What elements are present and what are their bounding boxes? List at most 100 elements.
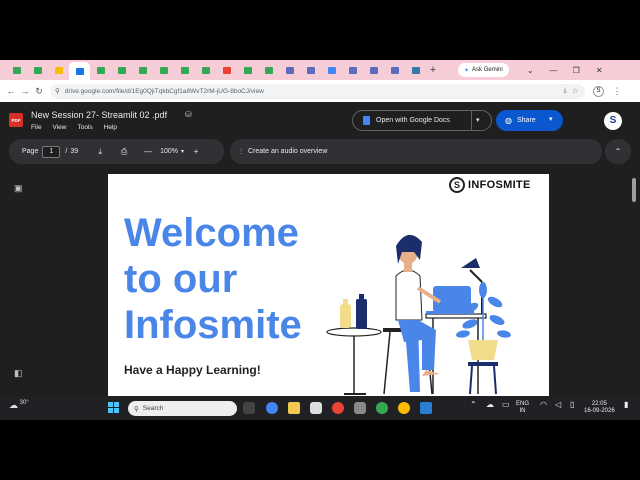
chrome-profile-icon[interactable] [332,402,344,414]
scrollbar-thumb[interactable] [632,178,636,202]
open-with-dropdown-icon[interactable]: ▾ [476,116,480,124]
open-with-google-docs-button[interactable]: Open with Google Docs ▾ [352,110,492,131]
windows-start-button[interactable] [108,402,120,414]
temperature: 30° [19,400,29,406]
pdf-toolbar: Page 1 / 39 ⤓ ⎙ — 100% ▾ + [9,139,224,164]
download-icon[interactable]: ⤓ [560,87,570,95]
zoom-out-button[interactable]: — [136,147,160,156]
browser-tab[interactable] [384,62,405,78]
file-explorer-icon[interactable] [288,402,300,414]
globe-icon: ◍ [505,116,512,125]
pdf-file-icon: PDF [9,113,23,127]
browser-tab[interactable] [363,62,384,78]
reload-button[interactable]: ↻ [32,86,46,97]
battery-icon[interactable]: ▭ [502,401,510,409]
weather-widget[interactable]: ☁ 30° [9,400,29,411]
share-dropdown-icon[interactable]: ▾ [549,115,553,123]
tab-search-icon[interactable]: ⌄ [519,66,542,75]
url-text[interactable]: drive.google.com/file/d/1Eg0QjiTqkbCgf1a… [65,88,560,95]
browser-tab[interactable] [132,62,153,78]
new-tab-button[interactable]: + [426,64,440,76]
language-indicator[interactable]: ENG IN [516,401,529,415]
audio-wave-icon: ⫶ [240,146,242,156]
chrome-menu-icon[interactable]: ⋮ [610,86,624,97]
page-separator: / [65,148,68,155]
page-number-input[interactable]: 1 [42,145,61,158]
viewer-menu-bar: File View Tools Help [31,124,117,131]
menu-file[interactable]: File [31,124,41,131]
total-pages: 39 [70,148,79,155]
battery-status-icon[interactable]: ▯ [570,401,574,409]
taskbar-app-icon[interactable] [354,402,366,414]
taskbar-search-box[interactable]: ⚲ Search [128,401,237,416]
wifi-icon[interactable]: ◠ [540,401,547,409]
browser-tab[interactable] [6,62,27,78]
browser-tab[interactable] [111,62,132,78]
maximize-button[interactable]: ❐ [565,66,588,75]
chrome-app-icon[interactable] [266,402,278,414]
bookmark-star-icon[interactable]: ☆ [570,87,580,95]
document-title: New Session 27- Streamlit 02 .pdf [31,110,168,120]
browser-tab[interactable] [195,62,216,78]
forward-button[interactable]: → [18,86,32,96]
close-window-button[interactable]: ✕ [588,66,611,75]
browser-tab[interactable] [174,62,195,78]
audio-overview-bar[interactable]: ⫶ Create an audio overview [230,139,602,164]
taskbar-app-icon[interactable] [310,402,322,414]
clock[interactable]: 22:05 16-09-2026 [584,401,615,415]
ask-gemini-button[interactable]: ✦ Ask Gemini [458,63,509,77]
browser-tab[interactable] [90,62,111,78]
volume-icon[interactable]: ◁ [555,401,561,409]
chrome-profile-icon[interactable] [398,402,410,414]
ask-gemini-label: Ask Gemini [472,67,503,73]
brand-name: INFOSMITE [468,179,531,191]
omnibox[interactable]: ⚲ drive.google.com/file/d/1Eg0QjiTqkbCgf… [50,83,585,99]
onedrive-icon[interactable]: ☁ [486,401,494,409]
language-code: ENG [516,401,530,407]
zoom-in-button[interactable]: + [184,147,208,156]
browser-tab[interactable] [258,62,279,78]
download-icon[interactable]: ⤓ [88,147,112,157]
browser-tab-strip: + ✦ Ask Gemini ⌄ — ❐ ✕ [0,60,640,80]
account-avatar[interactable]: S [604,112,622,130]
share-button[interactable]: ◍ Share ▾ [496,110,563,131]
address-bar-row: ← → ↻ ⚲ drive.google.com/file/d/1Eg0QjiT… [0,80,640,102]
create-audio-overview-button[interactable]: Create an audio overview [248,148,327,155]
image-icon[interactable]: ▣ [14,183,23,194]
browser-profile-avatar[interactable]: S [593,85,604,97]
screen: + ✦ Ask Gemini ⌄ — ❐ ✕ ← → ↻ ⚲ drive.goo… [0,60,640,420]
site-info-icon[interactable]: ⚲ [55,87,60,95]
browser-tab[interactable] [216,62,237,78]
collapse-toolbar-button[interactable]: ⌃ [605,139,631,164]
browser-tab-active[interactable] [69,62,90,80]
vscode-icon[interactable] [420,402,432,414]
back-button[interactable]: ← [4,86,18,96]
chrome-profile-icon[interactable] [376,402,388,414]
browser-tab[interactable] [405,62,426,78]
side-panel-toggle-icon[interactable]: ◧ [14,368,23,379]
share-label: Share [516,117,536,124]
tray-chevron-icon[interactable]: ⌃ [470,401,477,409]
letterbox-top [0,0,640,60]
browser-tab[interactable] [300,62,321,78]
notifications-icon[interactable]: ▮ [624,401,628,409]
gemini-icon: ✦ [464,67,470,74]
print-icon[interactable]: ⎙ [112,147,136,157]
task-view-icon[interactable] [243,402,255,414]
browser-tab[interactable] [27,62,48,78]
browser-tab[interactable] [153,62,174,78]
browser-tab[interactable] [321,62,342,78]
browser-tab[interactable] [237,62,258,78]
menu-tools[interactable]: Tools [77,124,92,131]
menu-help[interactable]: Help [104,124,117,131]
google-docs-icon [363,116,370,125]
clock-time: 22:05 [591,401,607,407]
browser-tab[interactable] [48,62,69,78]
minimize-button[interactable]: — [542,66,565,75]
menu-view[interactable]: View [52,124,66,131]
infosmite-logo: S [449,177,465,193]
browser-tab[interactable] [342,62,363,78]
browser-tab[interactable] [279,62,300,78]
zoom-level[interactable]: 100% [160,148,178,155]
windows-taskbar: ☁ 30° ⚲ Search ⌃ ☁ ▭ ENG IN ◠ ◁ ▯ 22:05 … [0,396,640,420]
